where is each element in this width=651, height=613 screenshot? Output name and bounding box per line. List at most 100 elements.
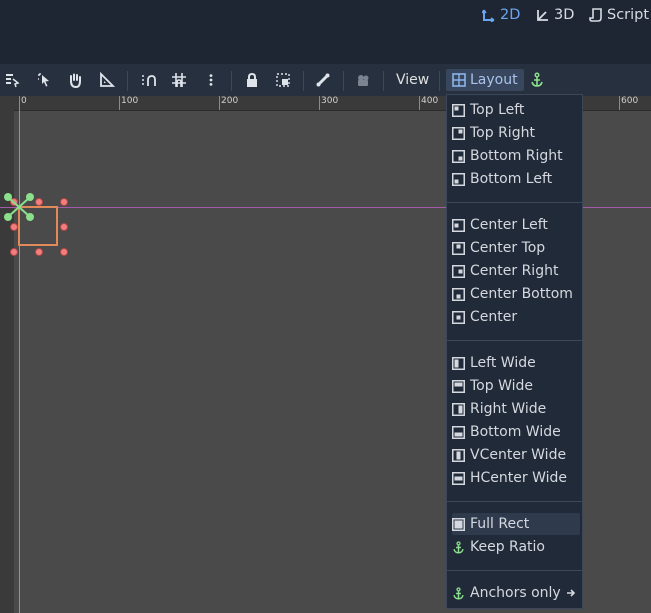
menu-item-top-left[interactable]: Top Left xyxy=(452,99,580,121)
workspace-script-label: Script xyxy=(607,7,650,23)
menu-item-label: HCenter Wide xyxy=(470,470,568,486)
ruler-tick-label: 600 xyxy=(621,96,639,106)
view-menu-button[interactable]: View xyxy=(390,69,435,91)
anchor-center-right-icon xyxy=(452,264,465,278)
anchor-center-left-icon xyxy=(452,218,465,232)
menu-item-full-rect[interactable]: Full Rect xyxy=(452,513,580,535)
anchor-center-bottom-icon xyxy=(452,287,465,301)
menu-item-label: VCenter Wide xyxy=(470,447,567,463)
submenu-arrow-icon xyxy=(566,589,575,597)
ruler-tick xyxy=(319,96,320,110)
resize-handle-right[interactable] xyxy=(60,223,68,231)
view-menu-label: View xyxy=(396,72,430,88)
menu-separator xyxy=(447,501,582,502)
ruler-tick-label: 300 xyxy=(321,96,339,106)
camera-icon[interactable] xyxy=(354,69,372,91)
more-options-icon[interactable] xyxy=(204,69,218,91)
menu-item-bottom-left[interactable]: Bottom Left xyxy=(452,168,580,190)
menu-item-label: Keep Ratio xyxy=(470,539,545,555)
pan-hand-icon[interactable] xyxy=(66,69,84,91)
ruler-icon[interactable] xyxy=(98,69,116,91)
anchor-pins-icon[interactable] xyxy=(0,188,40,228)
grid-snap-icon[interactable] xyxy=(170,69,188,91)
anchor-icon xyxy=(453,540,464,554)
menu-item-keep-ratio[interactable]: Keep Ratio xyxy=(452,536,580,558)
smart-snap-icon[interactable] xyxy=(139,69,157,91)
menu-item-label: Bottom Wide xyxy=(470,424,561,440)
menu-item-vcenter-wide[interactable]: VCenter Wide xyxy=(452,444,580,466)
menu-item-label: Bottom Left xyxy=(470,171,553,187)
toolbar-separator xyxy=(343,71,344,91)
menu-item-center-bottom[interactable]: Center Bottom xyxy=(452,283,580,305)
anchor-left-wide-icon xyxy=(452,356,465,370)
menu-item-hcenter-wide[interactable]: HCenter Wide xyxy=(452,467,580,489)
bone-icon[interactable] xyxy=(314,69,332,91)
menu-separator xyxy=(447,202,582,203)
menu-item-label: Top Right xyxy=(470,125,535,141)
menu-item-center-left[interactable]: Center Left xyxy=(452,214,580,236)
workspace-3d-tab[interactable]: 3D xyxy=(536,5,574,25)
toolbar-separator xyxy=(439,71,440,91)
workspace-2d-tab[interactable]: 2D xyxy=(482,5,520,25)
layout-dropdown-menu: Top Left Top Right Bottom Right Bottom L… xyxy=(446,94,583,609)
menu-item-anchors-only[interactable]: Anchors only xyxy=(452,582,580,604)
menu-item-top-wide[interactable]: Top Wide xyxy=(452,375,580,397)
menu-item-label: Center xyxy=(470,309,518,325)
2d-icon xyxy=(482,9,495,22)
menu-item-label: Right Wide xyxy=(470,401,547,417)
resize-handle-bottom[interactable] xyxy=(35,248,43,256)
toolbar-separator xyxy=(303,71,304,91)
anchor-center-icon xyxy=(452,310,465,324)
anchor-top-right-icon xyxy=(452,126,465,140)
anchor-top-wide-icon xyxy=(452,379,465,393)
menu-item-center[interactable]: Center xyxy=(452,306,580,328)
resize-handle-bottom-right[interactable] xyxy=(60,248,68,256)
layout-menu-button[interactable]: Layout xyxy=(446,69,524,91)
ruler-tick xyxy=(219,96,220,110)
layout-menu-label: Layout xyxy=(470,72,518,88)
menu-item-left-wide[interactable]: Left Wide xyxy=(452,352,580,374)
script-icon xyxy=(589,8,602,22)
ruler-tick-label: 0 xyxy=(21,96,27,106)
menu-item-bottom-wide[interactable]: Bottom Wide xyxy=(452,421,580,443)
anchor-bottom-left-icon xyxy=(452,172,465,186)
anchor-center-top-icon xyxy=(452,241,465,255)
workspace-script-tab[interactable]: Script xyxy=(589,5,649,25)
menu-item-label: Center Left xyxy=(470,217,548,233)
canvas-toolbar: View Layout xyxy=(0,64,651,96)
layout-grid-icon xyxy=(452,73,466,87)
toolbar-separator xyxy=(127,71,128,91)
menu-item-center-right[interactable]: Center Right xyxy=(452,260,580,282)
menu-item-label: Center Top xyxy=(470,240,546,256)
anchor-bottom-wide-icon xyxy=(452,425,465,439)
anchor-vcenter-wide-icon xyxy=(452,448,465,462)
menu-item-label: Center Bottom xyxy=(470,286,573,302)
group-icon[interactable] xyxy=(274,69,292,91)
menu-separator xyxy=(447,570,582,571)
menu-item-bottom-right[interactable]: Bottom Right xyxy=(452,145,580,167)
list-select-icon[interactable] xyxy=(4,69,20,91)
toolbar-separator xyxy=(231,71,232,91)
anchor-icon[interactable] xyxy=(528,69,546,91)
menu-item-label: Top Wide xyxy=(470,378,533,394)
menu-item-top-right[interactable]: Top Right xyxy=(452,122,580,144)
anchor-right-wide-icon xyxy=(452,402,465,416)
workspace-3d-label: 3D xyxy=(554,7,575,23)
select-mode-icon[interactable] xyxy=(36,69,54,91)
menu-item-right-wide[interactable]: Right Wide xyxy=(452,398,580,420)
menu-separator xyxy=(447,340,582,341)
toolbar-separator xyxy=(383,71,384,91)
lock-icon[interactable] xyxy=(243,69,261,91)
ruler-tick xyxy=(119,96,120,110)
ruler-tick xyxy=(19,96,20,110)
resize-handle-bottom-left[interactable] xyxy=(10,248,18,256)
menu-item-label: Top Left xyxy=(470,102,525,118)
anchor-bottom-right-icon xyxy=(452,149,465,163)
ruler-tick xyxy=(419,96,420,110)
anchor-top-left-icon xyxy=(452,103,465,117)
resize-handle-top-right[interactable] xyxy=(60,198,68,206)
menu-item-center-top[interactable]: Center Top xyxy=(452,237,580,259)
workspace-2d-label: 2D xyxy=(500,7,521,23)
menu-item-label: Bottom Right xyxy=(470,148,563,164)
y-axis-guide xyxy=(19,110,20,613)
